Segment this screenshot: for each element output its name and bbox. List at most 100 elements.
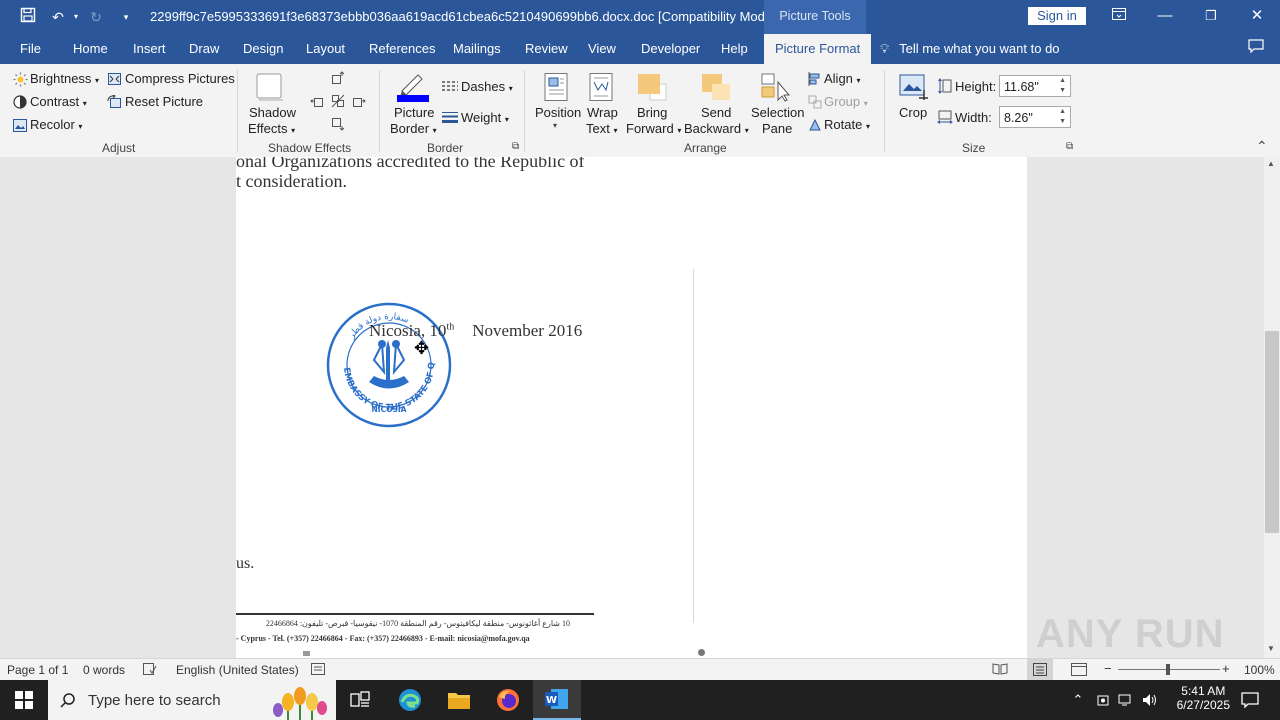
tab-references[interactable]: References bbox=[369, 34, 435, 64]
collapse-ribbon-icon[interactable]: ⌃ bbox=[1256, 138, 1268, 155]
send-backward-label-2[interactable]: Backward ▾ bbox=[684, 121, 749, 136]
embassy-stamp-image[interactable]: EMBASSY OF THE STATE OF QATAR سفارة دولة… bbox=[321, 293, 454, 430]
print-layout-button[interactable] bbox=[1027, 659, 1053, 681]
task-view-icon[interactable] bbox=[336, 680, 384, 720]
picture-border-label-2[interactable]: Border ▾ bbox=[390, 121, 437, 136]
scroll-down-icon[interactable]: ▼ bbox=[1267, 644, 1275, 653]
align-icon bbox=[807, 71, 823, 87]
position-dropdown-icon[interactable]: ▾ bbox=[553, 121, 557, 130]
close-icon[interactable]: ✕ bbox=[1234, 0, 1280, 34]
undo-icon[interactable]: ↶ bbox=[48, 7, 68, 27]
firefox-icon[interactable] bbox=[484, 680, 532, 720]
language-indicator[interactable]: English (United States) bbox=[176, 663, 299, 677]
edge-browser-icon[interactable] bbox=[386, 680, 434, 720]
minimize-icon[interactable]: — bbox=[1142, 0, 1188, 34]
save-icon[interactable] bbox=[18, 7, 38, 27]
proofing-icon[interactable] bbox=[143, 663, 157, 678]
volume-icon[interactable] bbox=[1138, 680, 1162, 720]
comments-icon[interactable] bbox=[1248, 34, 1264, 64]
send-backward-button[interactable]: Send bbox=[701, 105, 731, 120]
tab-mailings[interactable]: Mailings bbox=[453, 34, 501, 64]
nudge-shadow-right-icon[interactable] bbox=[351, 93, 367, 109]
network-icon[interactable] bbox=[1114, 680, 1138, 720]
customize-quick-access-icon[interactable]: ▾ bbox=[116, 7, 136, 27]
zoom-slider-thumb[interactable] bbox=[1166, 664, 1170, 675]
selection-pane-button[interactable]: Selection bbox=[751, 105, 804, 120]
brightness-button[interactable]: Brightness ▾ bbox=[30, 71, 99, 86]
scrollbar-thumb[interactable] bbox=[1265, 331, 1279, 533]
compress-pictures-button[interactable]: Compress Pictures bbox=[125, 71, 235, 86]
tab-design[interactable]: Design bbox=[243, 34, 283, 64]
border-dialog-launcher-icon[interactable]: ⧉ bbox=[512, 141, 519, 152]
start-button[interactable] bbox=[0, 680, 48, 720]
system-clock[interactable]: 5:41 AM 6/27/2025 bbox=[1177, 684, 1230, 712]
web-layout-icon[interactable] bbox=[1071, 663, 1087, 679]
resize-handle[interactable] bbox=[698, 649, 705, 656]
position-button[interactable]: Position bbox=[535, 105, 581, 120]
nudge-shadow-down-icon[interactable] bbox=[330, 116, 346, 132]
tab-developer[interactable]: Developer bbox=[641, 34, 700, 64]
tell-me-label: Tell me what you want to do bbox=[899, 41, 1060, 56]
size-dialog-launcher-icon[interactable]: ⧉ bbox=[1066, 141, 1073, 152]
reset-picture-icon bbox=[106, 94, 122, 110]
security-tray-icon[interactable] bbox=[1092, 680, 1114, 720]
reset-picture-button[interactable]: Reset Picture bbox=[125, 94, 203, 109]
closing-text: us. bbox=[236, 555, 255, 572]
group-button: Group ▾ bbox=[824, 94, 868, 109]
tab-layout[interactable]: Layout bbox=[306, 34, 345, 64]
ribbon-display-options-icon[interactable] bbox=[1096, 0, 1142, 34]
notifications-icon[interactable] bbox=[1226, 680, 1274, 720]
document-page[interactable]: onal Organizations accredited to the Rep… bbox=[236, 157, 1027, 658]
tab-picture-format[interactable]: Picture Format bbox=[764, 34, 872, 64]
nudge-shadow-left-icon[interactable] bbox=[309, 93, 325, 109]
redo-icon[interactable]: ↻ bbox=[86, 7, 106, 27]
wrap-text-label-2[interactable]: Text ▾ bbox=[586, 121, 617, 136]
tab-review[interactable]: Review bbox=[525, 34, 568, 64]
wrap-text-button[interactable]: Wrap bbox=[587, 105, 618, 120]
tab-insert[interactable]: Insert bbox=[133, 34, 166, 64]
rotate-button[interactable]: Rotate ▾ bbox=[824, 117, 870, 132]
height-input[interactable]: 11.68" ▲ ▼ bbox=[999, 75, 1071, 97]
zoom-level[interactable]: 100% bbox=[1244, 663, 1275, 677]
word-count[interactable]: 0 words bbox=[83, 663, 125, 677]
tab-help[interactable]: Help bbox=[721, 34, 748, 64]
zoom-out-icon[interactable]: − bbox=[1104, 661, 1112, 676]
dashes-button[interactable]: Dashes ▾ bbox=[461, 79, 513, 94]
vertical-scrollbar[interactable]: ▲ ▼ bbox=[1264, 157, 1280, 658]
tab-file[interactable]: File bbox=[20, 34, 41, 64]
read-mode-icon[interactable] bbox=[992, 663, 1008, 678]
weight-button[interactable]: Weight ▾ bbox=[461, 110, 509, 125]
footer-arabic-address: 10 شارع أغاثونوس- منطقة ليكافيتوس- رقم ا… bbox=[265, 619, 570, 628]
file-explorer-icon[interactable] bbox=[435, 680, 483, 720]
word-taskbar-icon[interactable]: W bbox=[533, 680, 581, 720]
page-count[interactable]: Page 1 of 1 bbox=[7, 663, 68, 677]
tab-draw[interactable]: Draw bbox=[189, 34, 219, 64]
scroll-up-icon[interactable]: ▲ bbox=[1267, 159, 1275, 168]
selection-pane-label-2[interactable]: Pane bbox=[762, 121, 792, 136]
tab-view[interactable]: View bbox=[588, 34, 616, 64]
width-input[interactable]: 8.26" ▲ ▼ bbox=[999, 106, 1071, 128]
bring-forward-button[interactable]: Bring bbox=[637, 105, 667, 120]
contrast-button[interactable]: Contrast ▾ bbox=[30, 94, 87, 109]
show-hidden-icons-icon[interactable]: ⌃ bbox=[1066, 680, 1090, 720]
tab-home[interactable]: Home bbox=[73, 34, 108, 64]
footer-english-address: - Cyprus - Tel. (+357) 22466864 - Fax: (… bbox=[236, 634, 530, 643]
shadow-effects-label-2[interactable]: Effects ▾ bbox=[248, 121, 295, 136]
tell-me-search[interactable]: 💡︎ Tell me what you want to do bbox=[880, 34, 1060, 64]
shadow-on-off-icon[interactable] bbox=[330, 93, 346, 109]
shadow-effects-button[interactable]: Shadow bbox=[249, 105, 296, 120]
sign-in-button[interactable]: Sign in bbox=[1028, 7, 1086, 25]
crop-button[interactable]: Crop bbox=[899, 105, 927, 120]
macro-recording-icon[interactable] bbox=[311, 663, 325, 678]
resize-handle[interactable] bbox=[303, 651, 310, 656]
recolor-button[interactable]: Recolor ▾ bbox=[30, 117, 82, 132]
align-button[interactable]: Align ▾ bbox=[824, 71, 861, 86]
taskbar-search-box[interactable]: Type here to search bbox=[48, 680, 336, 720]
restore-icon[interactable]: ❐ bbox=[1188, 0, 1234, 34]
nudge-shadow-up-icon[interactable] bbox=[330, 70, 346, 86]
zoom-in-icon[interactable]: + bbox=[1222, 661, 1230, 676]
picture-border-button[interactable]: Picture bbox=[394, 105, 434, 120]
undo-dropdown-icon[interactable]: ▾ bbox=[66, 7, 86, 27]
compress-pictures-icon bbox=[106, 71, 122, 87]
bring-forward-label-2[interactable]: Forward ▾ bbox=[626, 121, 681, 136]
